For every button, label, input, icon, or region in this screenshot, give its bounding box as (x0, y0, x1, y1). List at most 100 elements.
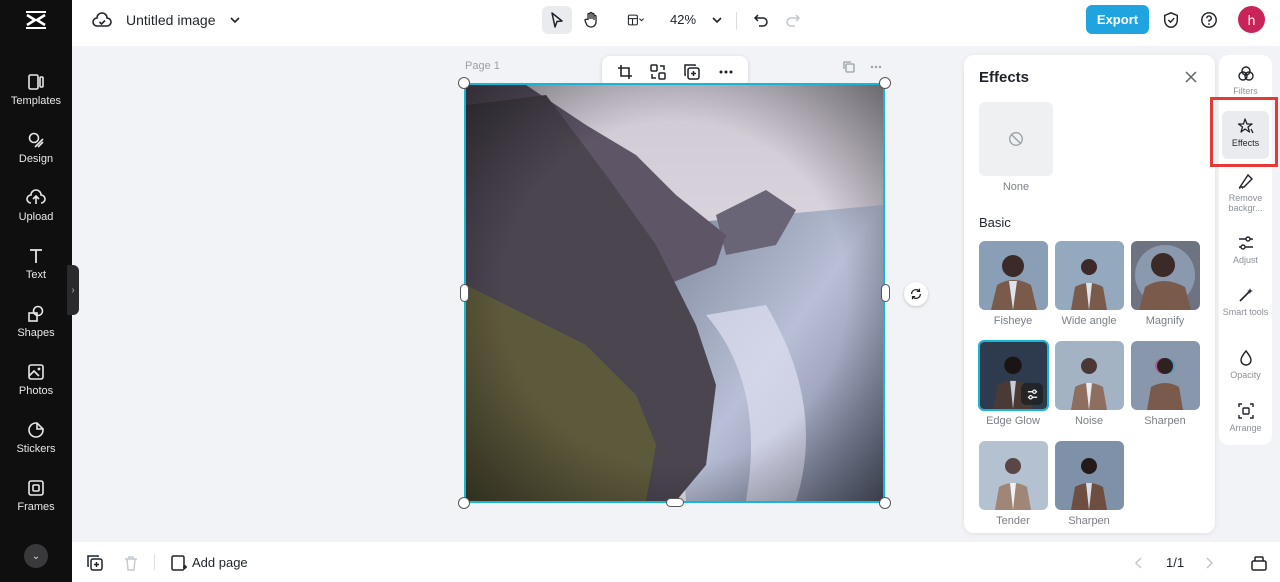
hand-tool-button[interactable] (576, 6, 606, 34)
cloud-icon[interactable] (92, 11, 112, 31)
rail-item-label: Arrange (1229, 423, 1262, 433)
replace-icon[interactable] (649, 63, 667, 81)
templates-icon (28, 74, 44, 90)
resize-handle-bottom[interactable] (666, 498, 684, 507)
resize-handle-top-right[interactable] (879, 77, 891, 89)
more-icon[interactable] (869, 60, 883, 74)
zoom-level[interactable]: 42% (670, 12, 696, 27)
sidebar-item-photos[interactable]: Photos (0, 362, 72, 414)
chevron-right-icon[interactable] (1200, 554, 1218, 572)
rail-item-label: Adjust (1232, 255, 1258, 265)
rail-item-filters[interactable]: Filters (1222, 65, 1269, 96)
effect-thumbnail (1055, 241, 1124, 310)
sidebar-collapse-handle[interactable]: › (67, 265, 79, 315)
text-icon (30, 249, 42, 263)
rail-item-arrange[interactable]: Arrange (1222, 402, 1269, 433)
panel-title: Effects (979, 69, 1030, 86)
resize-handle-left[interactable] (460, 284, 469, 302)
coastal-cliff-photo (466, 85, 883, 501)
crop-icon[interactable] (616, 63, 634, 81)
effect-tile-wide-angle[interactable] (1055, 241, 1124, 310)
effect-tile-tender[interactable] (979, 441, 1048, 510)
adjust-effect-button[interactable] (1021, 383, 1043, 405)
select-tool-button[interactable] (542, 6, 572, 34)
resize-handle-bottom-right[interactable] (879, 497, 891, 509)
adjust-icon (1238, 236, 1253, 250)
sidebar-item-label: Photos (18, 385, 54, 397)
sidebar-item-label: Design (18, 153, 54, 165)
effects-panel: Effects None Basic Fisheye Wide angle Ma… (964, 55, 1215, 533)
effect-label: Sharpen (1144, 415, 1186, 427)
smart-tools-icon (1238, 288, 1253, 302)
layers-icon[interactable] (1250, 554, 1268, 572)
effect-label: Magnify (1145, 315, 1185, 327)
duplicate-page-icon[interactable] (86, 554, 104, 572)
sidebar-item-design[interactable]: Design (0, 130, 72, 182)
sliders-icon (1027, 388, 1037, 400)
bottom-bar: Add page 1/1 (72, 542, 1280, 582)
rail-item-label: Smart tools (1222, 307, 1269, 317)
layout-dropdown-button[interactable] (618, 6, 654, 34)
chevron-left-icon[interactable] (1130, 554, 1148, 572)
rail-item-adjust[interactable]: Adjust (1222, 234, 1269, 265)
trash-icon[interactable] (122, 554, 140, 572)
sidebar-item-templates[interactable]: Templates (0, 72, 72, 124)
effect-none-tile[interactable] (979, 102, 1053, 176)
resize-handle-right[interactable] (881, 284, 890, 302)
sidebar-item-upload[interactable]: Upload (0, 188, 72, 240)
effect-none-label: None (1002, 181, 1030, 193)
add-page-icon[interactable] (170, 554, 188, 572)
rail-item-opacity[interactable]: Opacity (1222, 349, 1269, 380)
rail-item-smart-tools[interactable]: Smart tools (1222, 286, 1269, 317)
resize-handle-bottom-left[interactable] (458, 497, 470, 509)
effect-thumbnail (1055, 441, 1124, 510)
sidebar-item-frames[interactable]: Frames (0, 478, 72, 530)
effect-tile-magnify[interactable] (1131, 241, 1200, 310)
capcut-logo[interactable] (24, 8, 48, 32)
add-page-button[interactable]: Add page (192, 555, 248, 570)
effect-thumbnail (1055, 341, 1124, 410)
export-button[interactable]: Export (1086, 5, 1149, 34)
avatar[interactable]: h (1238, 6, 1265, 33)
effect-tile-sharpen-2[interactable] (1055, 441, 1124, 510)
chevron-down-icon[interactable] (710, 13, 724, 27)
rotate-button[interactable] (904, 282, 928, 306)
effect-label: Sharpen (1068, 515, 1110, 527)
close-icon[interactable] (1184, 70, 1198, 84)
undo-button[interactable] (746, 6, 776, 34)
cursor-icon (551, 12, 563, 28)
effect-tile-edge-glow[interactable] (978, 340, 1049, 411)
design-icon (28, 132, 44, 148)
section-title-basic: Basic (979, 215, 1011, 230)
resize-handle-top-left[interactable] (458, 77, 470, 89)
more-icon[interactable] (717, 63, 735, 81)
upload-icon (26, 189, 46, 204)
no-effect-icon (1009, 132, 1023, 146)
rail-item-label: Remove backgr... (1228, 193, 1263, 213)
shield-icon[interactable] (1160, 9, 1182, 31)
chevron-down-icon[interactable]: ⌄ (24, 544, 48, 568)
duplicate-icon[interactable] (683, 63, 701, 81)
sidebar-item-stickers[interactable]: Stickers (0, 420, 72, 472)
copy-page-icon[interactable] (842, 60, 856, 74)
effect-tile-fisheye[interactable] (979, 241, 1048, 310)
sidebar-item-label: Stickers (16, 443, 56, 455)
effect-thumbnail (979, 241, 1048, 310)
opacity-icon (1239, 349, 1252, 366)
divider (736, 12, 737, 30)
effect-tile-noise[interactable] (1055, 341, 1124, 410)
page-label: Page 1 (465, 60, 500, 72)
divider (154, 554, 155, 570)
sidebar-item-shapes[interactable]: Shapes (0, 304, 72, 356)
redo-icon (786, 14, 801, 27)
document-title[interactable]: Untitled image (126, 12, 216, 28)
canvas-image[interactable] (464, 83, 885, 503)
help-icon[interactable] (1198, 9, 1220, 31)
sidebar-item-text[interactable]: Text (0, 246, 72, 298)
redo-button[interactable] (778, 6, 808, 34)
page-counter: 1/1 (1166, 555, 1185, 570)
sidebar-item-label: Frames (17, 501, 55, 513)
rail-item-remove-background[interactable]: Remove backgr... (1222, 172, 1269, 213)
chevron-down-icon[interactable] (228, 13, 242, 27)
effect-tile-sharpen[interactable] (1131, 341, 1200, 410)
